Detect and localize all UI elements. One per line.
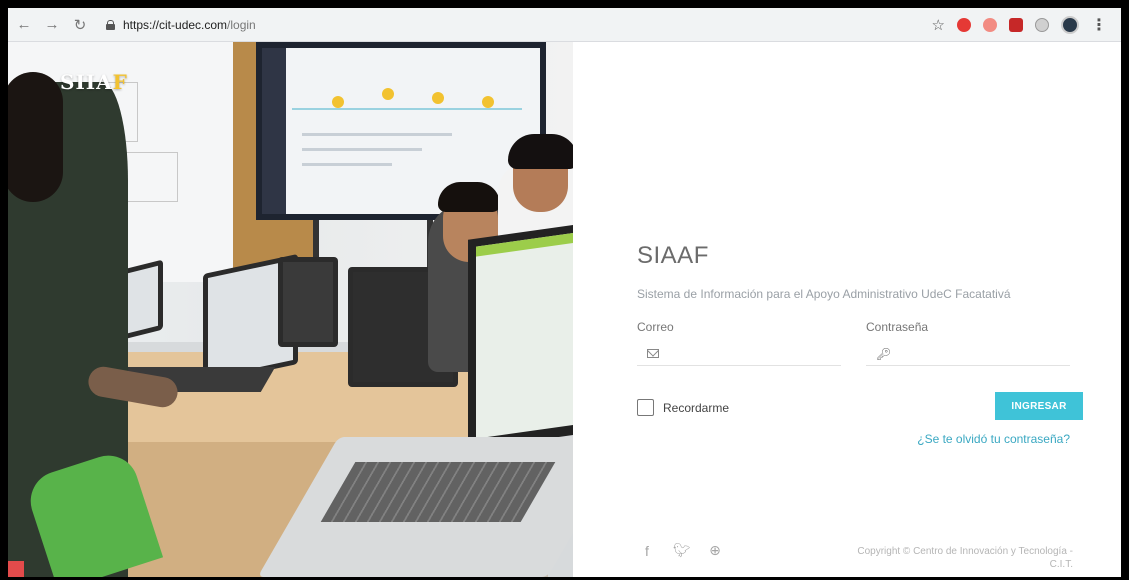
pdf-extension-icon[interactable] (1009, 17, 1023, 32)
bookmark-star-icon[interactable]: ☆ (932, 16, 945, 34)
login-panel: SIAAF Sistema de Información para el Apo… (573, 42, 1121, 577)
browser-actions: ☆ ⋮ (932, 15, 1107, 35)
copyright-text: Copyright © Centro de Innovación y Tecno… (857, 546, 1073, 570)
twitter-icon[interactable]: 🐦︎ (673, 542, 691, 559)
photo-laptop (468, 224, 573, 450)
email-field-group: Correo (637, 320, 841, 366)
password-field-group: Contraseña 🔑︎ (866, 320, 1070, 366)
corner-app-icon (8, 561, 24, 577)
arrow-left-icon[interactable]: ← (12, 13, 36, 37)
hero-photo: SIIAF (8, 42, 573, 577)
avatar[interactable] (1061, 15, 1079, 34)
photo-laptop (278, 257, 338, 347)
photo-keyboard (320, 462, 556, 522)
password-field[interactable] (899, 346, 1070, 361)
lock-icon (106, 19, 115, 30)
dribbble-icon[interactable]: ⊕ (707, 542, 723, 559)
photo-hair (438, 182, 500, 212)
shield-extension-icon[interactable] (1035, 17, 1049, 32)
login-button[interactable]: INGRESAR (995, 392, 1083, 420)
photo-hair (8, 72, 63, 202)
menu-dots-icon[interactable]: ⋮ (1091, 15, 1107, 35)
browser-toolbar: ← → ↻ https://cit-udec.com/login ☆ ⋮ (8, 8, 1121, 42)
mail-icon (647, 349, 659, 358)
page-subtitle: Sistema de Información para el Apoyo Adm… (637, 287, 1011, 301)
siiaf-logo: SIIAF (60, 70, 128, 94)
remember-me[interactable]: Recordarme (637, 399, 729, 416)
chrome-extension-icon[interactable] (983, 17, 997, 32)
page-title: SIAAF (637, 242, 709, 269)
remember-checkbox[interactable] (637, 399, 654, 416)
email-label: Correo (637, 320, 674, 334)
password-label: Contraseña (866, 320, 929, 334)
password-field-wrapper: 🔑︎ (866, 342, 1070, 366)
email-field-wrapper (637, 342, 841, 366)
social-links: f 🐦︎ ⊕ (639, 542, 723, 559)
photo-hair (508, 134, 573, 169)
email-field[interactable] (667, 346, 837, 361)
adblock-icon[interactable] (957, 17, 971, 32)
address-bar[interactable]: https://cit-udec.com/login (106, 13, 256, 37)
forgot-password-link[interactable]: ¿Se te olvidó tu contraseña? (917, 432, 1070, 446)
reload-icon[interactable]: ↻ (68, 13, 92, 37)
key-icon: 🔑︎ (876, 346, 892, 361)
remember-label: Recordarme (663, 400, 730, 415)
arrow-right-icon[interactable]: → (40, 13, 64, 37)
url-text: https://cit-udec.com/login (123, 17, 256, 32)
facebook-icon[interactable]: f (639, 543, 655, 559)
